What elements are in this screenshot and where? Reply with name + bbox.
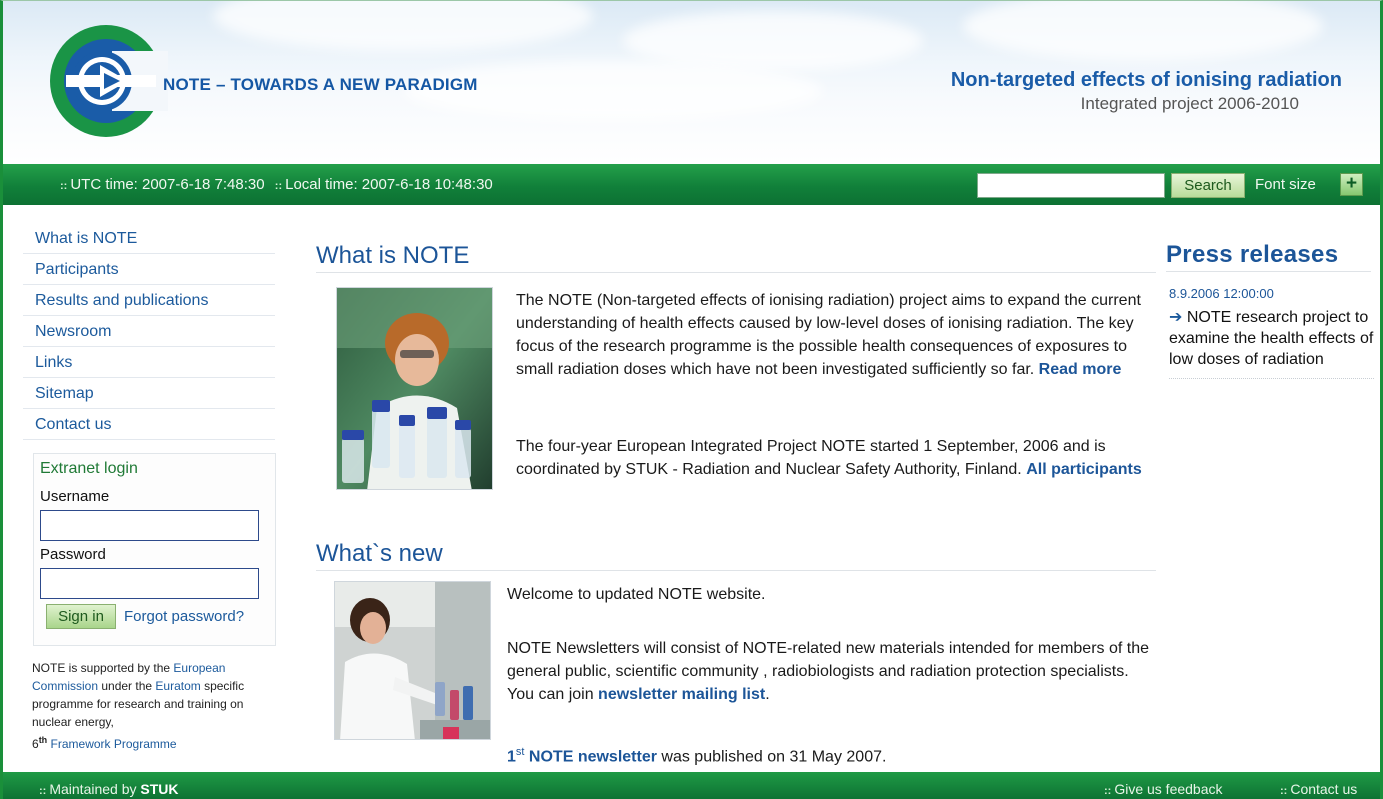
header-title-block: Non-targeted effects of ionising radiati… (951, 69, 1342, 114)
font-size-label: Font size (1255, 176, 1316, 193)
press-releases-heading: Press releases (1166, 241, 1371, 272)
password-field[interactable] (40, 568, 259, 599)
researcher-lab-photo (336, 287, 493, 490)
project-info-text: The four-year European Integrated Projec… (516, 435, 1156, 481)
note-newsletter-link[interactable]: NOTE newsletter (529, 748, 657, 765)
whats-new-heading: What`s new (316, 540, 1156, 571)
stuk-link[interactable]: STUK (140, 781, 178, 797)
username-label: Username (40, 488, 110, 505)
local-time: Local time: 2007-6-18 10:48:30 (285, 176, 493, 193)
nav-item-contact-us[interactable]: Contact us (23, 409, 275, 440)
maintained-by: :: Maintained by STUK (39, 781, 179, 797)
what-is-note-text: The NOTE (Non-targeted effects of ionisi… (516, 289, 1146, 381)
first-newsletter-text: 1st NOTE newsletter was published on 31 … (507, 741, 1157, 768)
all-participants-link[interactable]: All participants (1026, 461, 1142, 478)
press-release-item[interactable]: ➔ NOTE research project to examine the h… (1169, 307, 1374, 379)
page: NOTE – TOWARDS A NEW PARADIGM Non-target… (0, 0, 1383, 799)
footer: :: Maintained by STUK :: Give us feedback … (3, 772, 1380, 799)
what-is-note-heading: What is NOTE (316, 242, 1156, 273)
username-field[interactable] (40, 510, 259, 541)
footer-contact-link[interactable]: Contact us (1290, 781, 1357, 797)
arrow-right-icon: ➔ (1169, 309, 1183, 326)
paragraph-text: The four-year European Integrated Projec… (516, 438, 1106, 478)
header-subtitle: Integrated project 2006-2010 (1080, 94, 1299, 113)
bullet-icon: :: (274, 180, 283, 192)
extranet-login-box: Extranet login Username Password Sign in… (33, 453, 276, 646)
nav-item-participants[interactable]: Participants (23, 254, 275, 285)
cloud-decoration (963, 1, 1323, 61)
header-title: Non-targeted effects of ionising radiati… (950, 69, 1342, 91)
header: NOTE – TOWARDS A NEW PARADIGM Non-target… (3, 1, 1380, 163)
sidebar-nav: What is NOTE Participants Results and pu… (23, 223, 275, 440)
nav-item-sitemap[interactable]: Sitemap (23, 378, 275, 409)
utc-time: UTC time: 2007-6-18 7:48:30 (70, 176, 265, 193)
framework-programme-link[interactable]: Framework Programme (51, 737, 177, 751)
lab-worker-photo (334, 581, 491, 740)
nav-item-results-and-publications[interactable]: Results and publications (23, 285, 275, 316)
nav-item-links[interactable]: Links (23, 347, 275, 378)
brand-text: NOTE – TOWARDS A NEW PARADIGM (163, 75, 478, 94)
feedback-link[interactable]: Give us feedback (1114, 781, 1222, 797)
time-display: :: UTC time: 2007-6-18 7:48:30 :: Local ti… (60, 176, 493, 193)
forgot-password-link[interactable]: Forgot password? (124, 608, 244, 625)
press-release-title[interactable]: NOTE research project to examine the hea… (1169, 309, 1373, 368)
feedback-link-wrap[interactable]: :: Give us feedback (1104, 781, 1223, 797)
paragraph-text: . (765, 686, 770, 703)
password-label: Password (40, 546, 106, 563)
euratom-link[interactable]: Euratom (155, 679, 200, 693)
font-size-plus-button[interactable]: + (1340, 173, 1363, 196)
sign-in-button[interactable]: Sign in (46, 604, 116, 629)
cloud-decoration (213, 1, 593, 51)
read-more-link[interactable]: Read more (1039, 361, 1122, 378)
newsletter-info-text: NOTE Newsletters will consist of NOTE-re… (507, 637, 1157, 706)
bullet-icon: :: (60, 180, 68, 192)
top-bar: :: UTC time: 2007-6-18 7:48:30 :: Local ti… (3, 164, 1380, 205)
maintained-by-text: Maintained by (49, 781, 141, 797)
superscript-th: th (38, 735, 48, 745)
press-release-date: 8.9.2006 12:00:00 (1169, 286, 1274, 301)
nav-item-newsroom[interactable]: Newsroom (23, 316, 275, 347)
support-text: NOTE is supported by the (32, 661, 174, 675)
paragraph-text: was published on 31 May 2007. (656, 748, 887, 766)
support-note: NOTE is supported by the European Commis… (32, 659, 277, 753)
bullet-icon: :: (1280, 785, 1288, 797)
bullet-icon: :: (39, 785, 47, 797)
support-text: 6 (32, 737, 39, 751)
note-logo-icon[interactable] (48, 23, 172, 143)
bullet-icon: :: (1104, 785, 1112, 797)
newsletter-mailing-list-link[interactable]: newsletter mailing list (598, 686, 765, 703)
welcome-text: Welcome to updated NOTE website. (507, 586, 766, 603)
footer-contact-wrap[interactable]: :: Contact us (1280, 781, 1357, 797)
login-title: Extranet login (40, 460, 138, 477)
superscript-st: st (515, 746, 525, 758)
support-text: under the (98, 679, 156, 693)
search-button[interactable]: Search (1171, 173, 1245, 198)
nav-item-what-is-note[interactable]: What is NOTE (23, 223, 275, 254)
ordinal-number: 1 (507, 748, 516, 766)
search-input[interactable] (977, 173, 1165, 198)
